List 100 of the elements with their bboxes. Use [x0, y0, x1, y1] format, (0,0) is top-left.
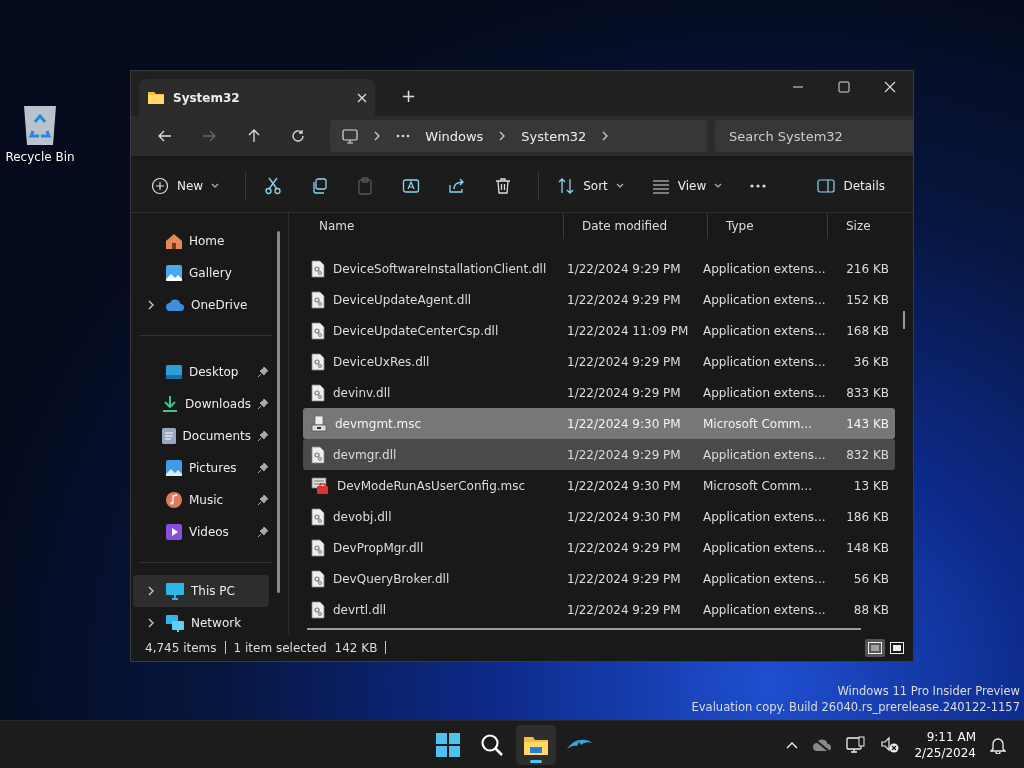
- new-tab-button[interactable]: +: [395, 85, 423, 106]
- chevron-up-icon[interactable]: [786, 740, 799, 749]
- date-modified-cell-text: 1/22/2024 9:29 PM: [566, 261, 682, 276]
- bell-icon[interactable]: [990, 735, 1006, 754]
- breadcrumb-item[interactable]: Windows: [425, 128, 484, 144]
- up-arrow-icon[interactable]: [247, 129, 260, 143]
- column-header[interactable]: Name: [301, 213, 563, 239]
- date-modified-cell-text: 1/22/2024 9:29 PM: [566, 540, 682, 555]
- toolbox-file-icon: [311, 476, 329, 495]
- back-arrow-icon[interactable]: [158, 130, 173, 142]
- date-modified-cell-text: 1/22/2024 9:30 PM: [566, 478, 682, 493]
- file-size-cell-text: 143 KB: [845, 416, 889, 431]
- forward-arrow-icon[interactable]: [202, 130, 217, 142]
- file-name: devmgr.dll: [333, 447, 397, 462]
- sidebar-item[interactable]: Downloads: [133, 388, 269, 420]
- file-row[interactable]: DevPropMgr.dll 1/22/2024 9:29 PM Application extens... 148 KB: [303, 532, 895, 563]
- close-icon[interactable]: [357, 92, 367, 103]
- trash-icon: [494, 177, 513, 195]
- refresh-icon[interactable]: [291, 129, 306, 143]
- expand-chevron-icon[interactable]: [146, 586, 156, 596]
- file-type-cell: Application extens...: [703, 602, 827, 617]
- view-button[interactable]: View: [641, 171, 733, 201]
- file-row[interactable]: DeviceUxRes.dll 1/22/2024 9:29 PM Application extens... 36 KB: [303, 346, 895, 377]
- cloud-off-icon[interactable]: [812, 737, 833, 752]
- file-name: devmgmt.msc: [335, 416, 422, 431]
- sidebar-item[interactable]: Videos: [133, 516, 269, 548]
- expand-chevron-icon[interactable]: [146, 300, 156, 310]
- recycle-bin-icon[interactable]: [21, 104, 59, 146]
- sidebar-item[interactable]: Music: [133, 484, 269, 516]
- address-bar[interactable]: Windows System32: [330, 120, 708, 152]
- file-type-cell: Application extens...: [703, 385, 827, 400]
- file-size-cell-text: 186 KB: [845, 509, 889, 524]
- list-view-icon: [868, 641, 882, 654]
- file-type-cell: Application extens...: [703, 292, 827, 307]
- details-pane-icon: [817, 179, 836, 193]
- window-tab[interactable]: System32: [139, 79, 375, 116]
- clock[interactable]: 9:11 AM 2/25/2024: [914, 728, 976, 761]
- video-icon: [165, 523, 183, 541]
- file-row[interactable]: DeviceUpdateAgent.dll 1/22/2024 9:29 PM Application extens... 152 KB: [303, 284, 895, 315]
- search-field[interactable]: Search System32: [715, 120, 914, 152]
- sort-button[interactable]: Sort: [547, 171, 634, 201]
- maximize-icon[interactable]: [838, 81, 850, 93]
- speaker-muted-icon[interactable]: [880, 735, 901, 754]
- breadcrumb-item[interactable]: System32: [521, 128, 587, 144]
- sidebar-item[interactable]: Gallery: [133, 257, 269, 289]
- file-row[interactable]: devmgr.dll 1/22/2024 9:29 PM Application extens... 832 KB: [303, 439, 895, 470]
- file-size-cell-text: 56 KB: [852, 571, 889, 586]
- desktop-icon-label[interactable]: Recycle Bin: [5, 150, 75, 164]
- file-row[interactable]: devmgmt.msc 1/22/2024 9:30 PM Microsoft Comm... 143 KB: [303, 408, 895, 439]
- download-icon: [161, 395, 180, 413]
- file-row[interactable]: devobj.dll 1/22/2024 9:30 PM Application extens... 186 KB: [303, 501, 895, 532]
- sidebar-item[interactable]: Pictures: [133, 452, 269, 484]
- file-name: DevPropMgr.dll: [333, 540, 424, 555]
- selection-count: 1 item selected: [233, 640, 327, 655]
- more-icon[interactable]: [396, 134, 412, 138]
- file-type-cell: Application extens...: [703, 540, 827, 555]
- gear-file-icon: [311, 569, 325, 588]
- details-button[interactable]: Details: [807, 173, 895, 199]
- caret-icon: [714, 183, 723, 189]
- sidebar-item[interactable]: Desktop: [133, 356, 269, 388]
- file-type-cell: Application extens...: [703, 571, 827, 586]
- windows-logo-icon[interactable]: [436, 733, 460, 757]
- sidebar-item[interactable]: Home: [133, 225, 269, 257]
- file-type-cell: Application extens...: [703, 354, 827, 369]
- pin-icon: [257, 398, 269, 410]
- folder-icon[interactable]: [523, 734, 549, 756]
- network-icon: [165, 614, 185, 632]
- network-monitor-icon[interactable]: [846, 735, 867, 754]
- file-row[interactable]: DeviceUpdateCenterCsp.dll 1/22/2024 11:09 PM Application extens... 168 KB: [303, 315, 895, 346]
- file-type-cell: Application extens...: [703, 447, 827, 462]
- file-row[interactable]: DeviceSoftwareInstallationClient.dll 1/22/2024 9:29 PM Application extens... 216 KB: [303, 253, 895, 284]
- date-modified-cell-text: 1/22/2024 9:29 PM: [566, 602, 682, 617]
- file-row[interactable]: DevQueryBroker.dll 1/22/2024 9:29 PM Application extens... 56 KB: [303, 563, 895, 594]
- desktop-icon: [165, 364, 183, 380]
- gear-file-icon: [311, 600, 325, 619]
- details-view-button[interactable]: [865, 638, 885, 657]
- file-row[interactable]: DevModeRunAsUserConfig.msc 1/22/2024 9:30 PM Microsoft Comm... 13 KB: [303, 470, 895, 501]
- pin-icon: [257, 494, 269, 506]
- search-icon[interactable]: [480, 733, 504, 757]
- close-icon[interactable]: [884, 81, 896, 93]
- date-modified-cell-text: 1/22/2024 9:29 PM: [566, 292, 682, 307]
- file-row[interactable]: devrtl.dll 1/22/2024 9:29 PM Application extens... 88 KB: [303, 594, 895, 625]
- taskbar-button[interactable]: [516, 725, 556, 765]
- scissors-icon: [264, 177, 283, 195]
- column-header[interactable]: Date modified: [563, 213, 707, 239]
- date-modified-cell-text: 1/22/2024 11:09 PM: [566, 323, 690, 338]
- sidebar-item[interactable]: Network: [133, 607, 269, 639]
- sidebar-item[interactable]: This PC: [133, 575, 269, 607]
- file-name: DevModeRunAsUserConfig.msc: [337, 478, 526, 493]
- expand-chevron-icon[interactable]: [146, 618, 156, 628]
- sidebar-item[interactable]: OneDrive: [133, 289, 269, 321]
- more-icon: [750, 184, 767, 188]
- file-size-cell-text: 88 KB: [852, 602, 889, 617]
- sidebar-item[interactable]: Documents: [133, 420, 269, 452]
- column-header[interactable]: Size: [827, 213, 899, 239]
- new-button[interactable]: New: [141, 171, 230, 201]
- file-row[interactable]: devinv.dll 1/22/2024 9:29 PM Application extens... 833 KB: [303, 377, 895, 408]
- column-header[interactable]: Type: [707, 213, 827, 239]
- watermark-text: Evaluation copy. Build 26040.rs_prerelease.240122-1157: [691, 699, 1020, 715]
- tile-view-icon: [890, 641, 904, 654]
